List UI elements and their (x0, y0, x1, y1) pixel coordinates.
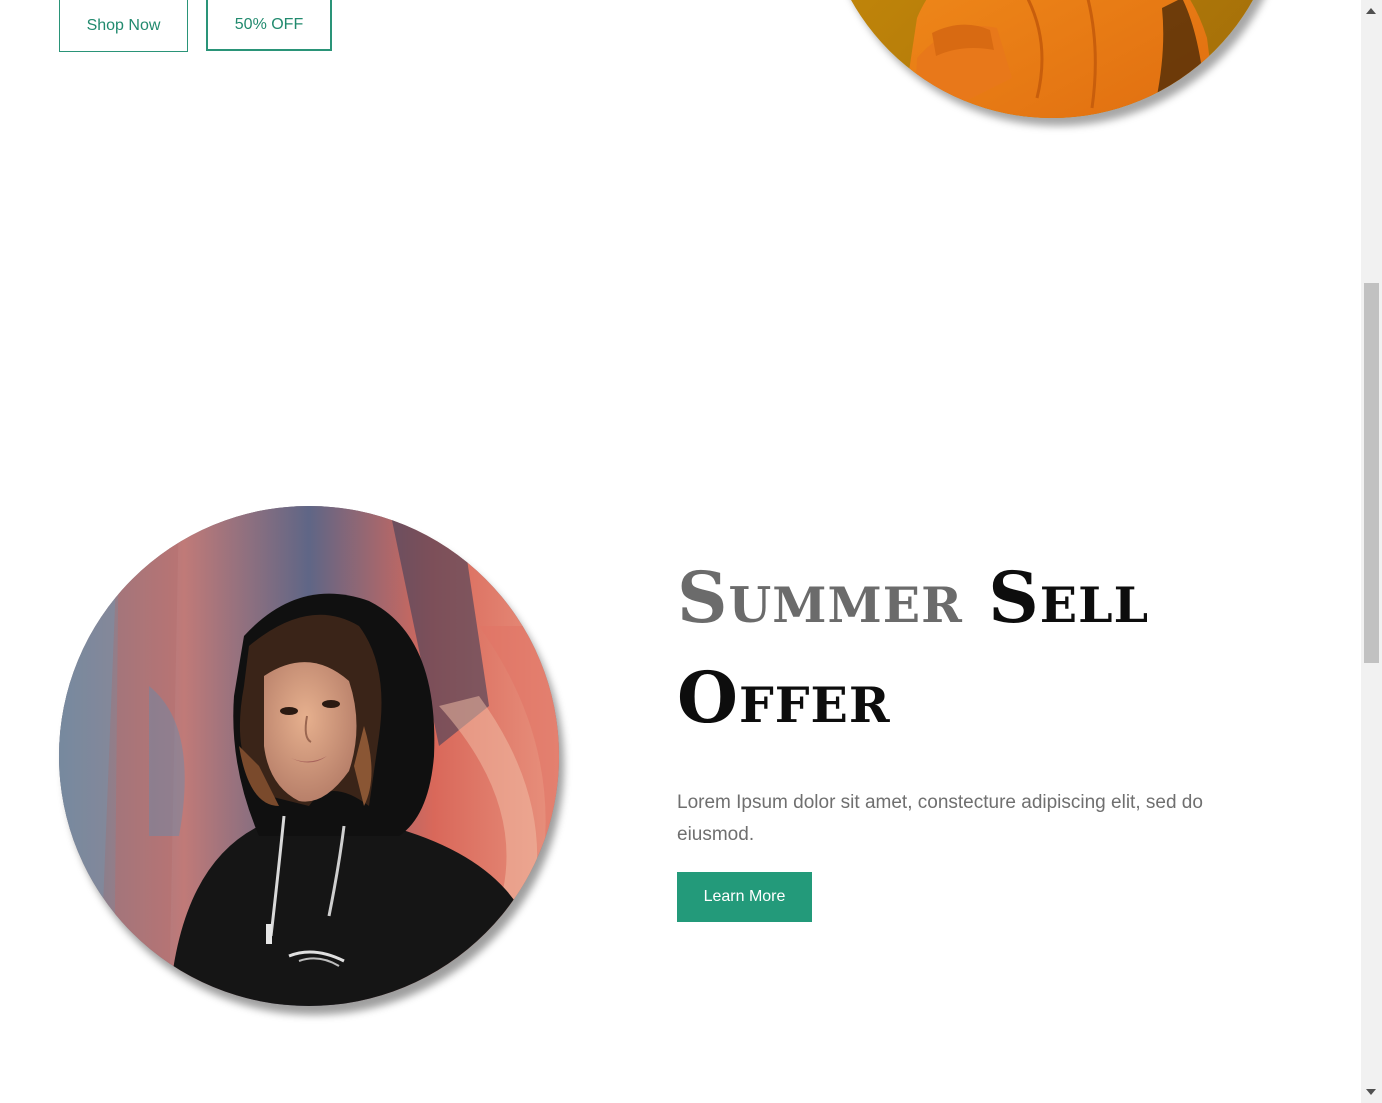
discount-button[interactable]: 50% OFF (206, 0, 332, 51)
orange-hoodie-illustration (822, 0, 1282, 118)
learn-more-button[interactable]: Learn More (677, 872, 812, 922)
black-hoodie-illustration (59, 506, 559, 1006)
hero-image (822, 0, 1282, 118)
heading-word-summer: Summer (677, 556, 963, 639)
scroll-up-arrow-icon[interactable] (1366, 8, 1376, 14)
heading-word-offer: Offer (677, 656, 891, 739)
heading-word-sell: Sell (988, 556, 1150, 639)
scroll-down-arrow-icon[interactable] (1366, 1089, 1376, 1095)
offer-image (59, 506, 559, 1006)
offer-heading: Summer Sell Offer (677, 548, 1317, 748)
scroll-thumb[interactable] (1364, 283, 1379, 663)
vertical-scrollbar[interactable] (1361, 0, 1382, 1103)
page: Shop Now 50% OFF Summer Sell Offer Lorem… (0, 0, 1361, 1103)
shop-now-button[interactable]: Shop Now (59, 0, 188, 52)
offer-description: Lorem Ipsum dolor sit amet, constecture … (677, 792, 1203, 845)
